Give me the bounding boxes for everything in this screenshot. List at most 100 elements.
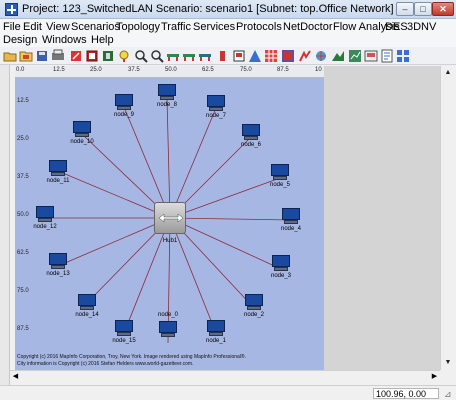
copy-icon[interactable] xyxy=(51,49,65,63)
marker-icon[interactable] xyxy=(101,49,115,63)
menu-help[interactable]: Help xyxy=(91,34,114,46)
open-folder-icon[interactable] xyxy=(3,49,17,63)
scroll-down-icon[interactable]: ▼ xyxy=(441,356,455,370)
star-icon[interactable] xyxy=(298,49,312,63)
network-node[interactable]: node_10 xyxy=(62,121,102,153)
node-label: node_0 xyxy=(157,312,179,318)
node-label: node_3 xyxy=(270,273,292,279)
network-node[interactable]: node_9 xyxy=(104,94,144,126)
tile-icon[interactable] xyxy=(396,49,410,63)
ruler-y-tick: 37.5 xyxy=(17,174,29,180)
ruler-x-tick: 75.0 xyxy=(240,67,252,73)
ruler-y-tick: 25.0 xyxy=(17,136,29,142)
menu-file[interactable]: File xyxy=(3,21,21,33)
hub-device[interactable] xyxy=(154,202,186,234)
ruler-x-tick: 37.5 xyxy=(128,67,140,73)
horizontal-ruler: 0.0 12.5 25.0 37.5 50.0 62.5 75.0 87.5 1… xyxy=(15,66,324,78)
network-workspace[interactable]: 12.5 25.0 37.5 50.0 62.5 75.0 87.5 node_… xyxy=(15,78,324,370)
configure-icon[interactable] xyxy=(85,49,99,63)
ruler-x-tick: 25.0 xyxy=(90,67,102,73)
ruler-x-tick: 10 xyxy=(315,67,322,73)
scroll-left-icon[interactable]: ◀ xyxy=(10,371,21,382)
warning-icon[interactable] xyxy=(248,49,262,63)
ruler-y-tick: 12.5 xyxy=(17,98,29,104)
workstation-icon xyxy=(49,253,67,269)
menu-protocols[interactable]: Protocols xyxy=(236,21,282,33)
zoom-out-icon[interactable] xyxy=(150,49,164,63)
network-node[interactable]: node_8 xyxy=(147,84,187,116)
network-node[interactable]: node_4 xyxy=(271,208,311,240)
menu-edit[interactable]: Edit xyxy=(23,21,42,33)
node-label: node_9 xyxy=(113,112,135,118)
scroll-up-icon[interactable]: ▲ xyxy=(441,66,455,80)
menu-scenarios[interactable]: Scenarios xyxy=(71,21,120,33)
ruler-x-tick: 0.0 xyxy=(16,67,25,73)
save-icon[interactable] xyxy=(19,49,33,63)
menu-traffic[interactable]: Traffic xyxy=(161,21,191,33)
coordinates-readout: 100.96, 0.00 xyxy=(373,388,439,399)
document-icon[interactable] xyxy=(380,49,394,63)
network-node[interactable]: node_14 xyxy=(67,294,107,326)
print-icon[interactable] xyxy=(35,49,49,63)
network-node[interactable]: node_11 xyxy=(38,160,78,192)
network-node[interactable]: node_0 xyxy=(148,312,188,344)
network-node[interactable]: node_15 xyxy=(104,320,144,352)
network-node[interactable]: node_2 xyxy=(234,294,274,326)
horizontal-scrollbar[interactable]: ◀ ▶ xyxy=(10,370,440,381)
network-node[interactable]: node_1 xyxy=(196,320,236,352)
menu-windows[interactable]: Windows xyxy=(42,34,87,46)
zoom-out-icon[interactable] xyxy=(134,49,148,63)
chart-icon[interactable] xyxy=(348,49,362,63)
node-label: node_5 xyxy=(269,182,291,188)
menu-3dnv[interactable]: 3DNV xyxy=(407,21,436,33)
tower-icon[interactable] xyxy=(281,49,295,63)
menu-view[interactable]: View xyxy=(46,21,70,33)
stop-icon[interactable] xyxy=(69,49,83,63)
minimize-button[interactable]: – xyxy=(396,2,414,16)
ruler-y-tick: 87.5 xyxy=(17,326,29,332)
resize-grip-icon[interactable]: ⊿ xyxy=(444,389,454,399)
empty-canvas-area[interactable] xyxy=(324,66,440,370)
workstation-icon xyxy=(78,294,96,310)
node-label: node_14 xyxy=(75,312,99,318)
flag-icon[interactable] xyxy=(232,49,246,63)
network-node[interactable]: node_5 xyxy=(260,164,300,196)
link-icon[interactable] xyxy=(198,49,212,63)
table-icon[interactable] xyxy=(364,49,378,63)
node-add-icon[interactable] xyxy=(166,49,180,63)
menu-services[interactable]: Services xyxy=(193,21,235,33)
network-node[interactable]: node_7 xyxy=(196,95,236,127)
title-bar: Project: 123_SwitchedLAN Scenario: scena… xyxy=(0,0,456,19)
multicolor-icon[interactable] xyxy=(314,49,328,63)
workstation-icon xyxy=(115,320,133,336)
workstation-icon xyxy=(245,294,263,310)
workstation-icon xyxy=(158,84,176,100)
ruler-x-tick: 50.0 xyxy=(165,67,177,73)
ruler-x-tick: 87.5 xyxy=(277,67,289,73)
network-node[interactable]: node_12 xyxy=(25,206,65,238)
node-label: node_12 xyxy=(33,224,57,230)
node-remove-icon[interactable] xyxy=(182,49,196,63)
network-node[interactable]: node_6 xyxy=(231,124,271,156)
ruler-x-tick: 62.5 xyxy=(202,67,214,73)
workstation-icon xyxy=(282,208,300,224)
menu-topology[interactable]: Topology xyxy=(116,21,160,33)
workstation-icon xyxy=(207,320,225,336)
workstation-icon xyxy=(36,206,54,222)
network-node[interactable]: node_13 xyxy=(38,253,78,285)
vertical-scrollbar[interactable]: ▲ ▼ xyxy=(440,66,454,370)
marker-red-icon[interactable] xyxy=(216,49,230,63)
toolbar xyxy=(0,47,456,65)
color-icon[interactable] xyxy=(331,49,345,63)
scroll-right-icon[interactable]: ▶ xyxy=(429,371,440,382)
zoom-in-icon[interactable] xyxy=(117,49,131,63)
maximize-button[interactable]: □ xyxy=(414,2,432,16)
close-button[interactable]: ✕ xyxy=(432,2,454,16)
network-node[interactable]: node_3 xyxy=(261,255,301,287)
ruler-y-tick: 75.0 xyxy=(17,288,29,294)
workstation-icon xyxy=(242,124,260,140)
menu-des[interactable]: DES xyxy=(385,21,408,33)
menu-netdoctor[interactable]: NetDoctor xyxy=(283,21,333,33)
grid-icon[interactable] xyxy=(264,49,278,63)
menu-design[interactable]: Design xyxy=(3,34,37,46)
